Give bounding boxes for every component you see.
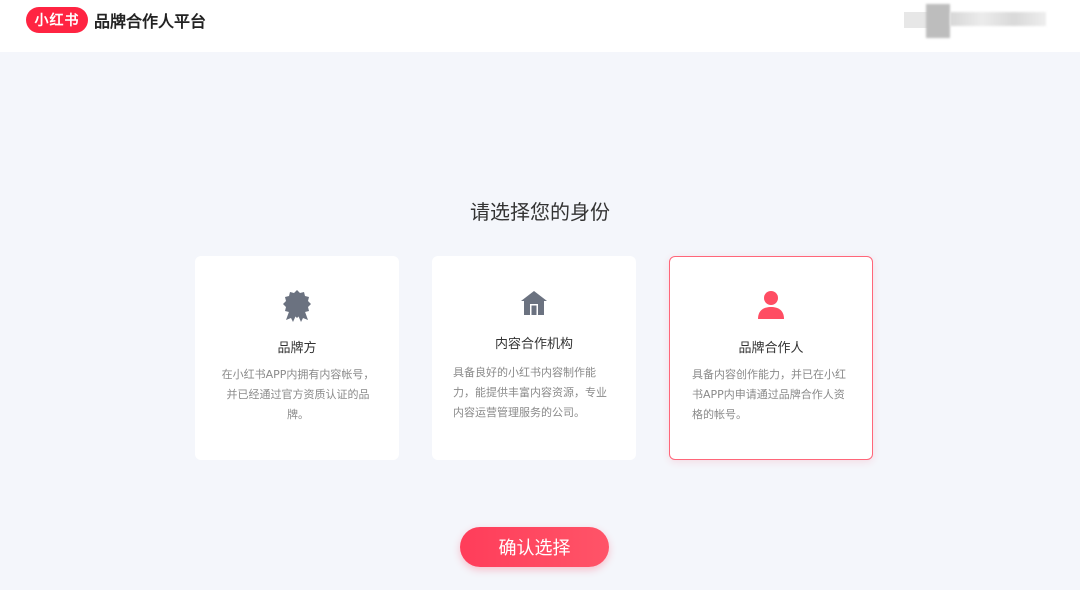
card-title: 内容合作机构 — [494, 337, 573, 352]
user-account-blurred[interactable] — [904, 4, 1048, 40]
brand-logo[interactable]: 小红书 品牌合作人平台 — [26, 6, 206, 34]
card-description: 在小红书APP内拥有内容帐号，并已经通过官方资质认证的品牌。 — [221, 368, 375, 421]
identity-card-brand[interactable]: 品牌方 在小红书APP内拥有内容帐号，并已经通过官方资质认证的品牌。 — [195, 256, 399, 460]
card-description: 具备良好的小红书内容制作能力，能提供丰富内容资源，专业内容运营管理服务的公司。 — [453, 366, 607, 419]
person-icon — [670, 289, 872, 323]
confirm-selection-button[interactable]: 确认选择 — [460, 527, 609, 567]
card-description: 具备内容创作能力，并已在小红书APP内申请通过品牌合作人资格的帐号。 — [692, 368, 846, 421]
card-title: 品牌方 — [277, 341, 317, 356]
logo-badge: 小红书 — [26, 7, 88, 33]
platform-title: 品牌合作人平台 — [94, 12, 207, 31]
card-title: 品牌合作人 — [738, 341, 804, 356]
badge-icon — [196, 289, 398, 323]
top-header: 小红书 品牌合作人平台 — [0, 0, 1080, 52]
page-heading: 请选择您的身份 — [470, 200, 610, 224]
building-icon — [433, 289, 635, 323]
identity-card-partner[interactable]: 品牌合作人 具备内容创作能力，并已在小红书APP内申请通过品牌合作人资格的帐号。 — [669, 256, 873, 460]
identity-card-agency[interactable]: 内容合作机构 具备良好的小红书内容制作能力，能提供丰富内容资源，专业内容运营管理… — [432, 256, 636, 460]
